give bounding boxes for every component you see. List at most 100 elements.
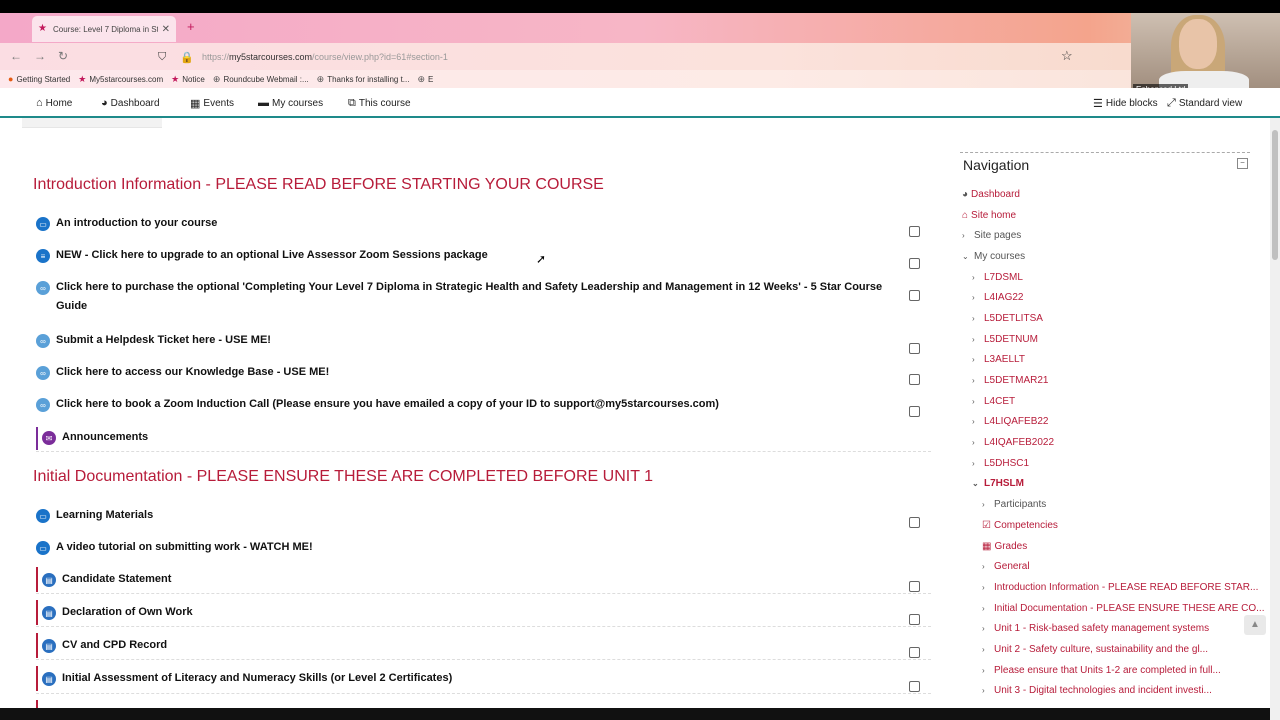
- nav-site-home-link[interactable]: ⌂ Site home: [962, 210, 1016, 221]
- activity-item[interactable]: ✉ Announcements: [36, 427, 931, 450]
- bookmark-item[interactable]: ★ Notice: [171, 74, 205, 85]
- nav-section-link[interactable]: › Initial Documentation - PLEASE ENSURE T…: [982, 603, 1264, 614]
- nav-course-link[interactable]: › L4LIQAFEB22: [972, 416, 1048, 427]
- scrollbar-thumb[interactable]: [1272, 130, 1278, 260]
- nav-competencies[interactable]: ☑ Competencies: [982, 520, 1058, 531]
- nav-participants[interactable]: › Participants: [982, 499, 1046, 510]
- activity-item[interactable]: ∞ Click here to book a Zoom Induction Ca…: [36, 398, 931, 414]
- bookmark-star-icon[interactable]: ☆: [1061, 48, 1073, 64]
- activity-item[interactable]: ∞ Submit a Helpdesk Ticket here - USE ME…: [36, 334, 931, 350]
- shield-icon: ⛉: [158, 50, 167, 63]
- bookmark-label: Getting Started: [16, 74, 71, 84]
- activity-label[interactable]: Submit a Helpdesk Ticket here - USE ME!: [56, 331, 271, 350]
- activity-item[interactable]: ∞ Click here to purchase the optional 'C…: [36, 281, 931, 316]
- bookmark-item[interactable]: ⊕ Thanks for installing t...: [317, 74, 410, 85]
- bookmark-item[interactable]: ⊕ E: [417, 74, 433, 85]
- completion-checkbox[interactable]: [909, 681, 920, 692]
- new-tab-button[interactable]: +: [187, 19, 195, 34]
- page-scrollbar[interactable]: [1270, 118, 1280, 720]
- activity-item[interactable]: ▭ A video tutorial on submitting work - …: [36, 541, 931, 557]
- nav-my-courses[interactable]: ⌄ My courses: [962, 251, 1025, 262]
- activity-label[interactable]: Click here to book a Zoom Induction Call…: [56, 395, 719, 414]
- activity-label[interactable]: Declaration of Own Work: [62, 603, 193, 622]
- folder-icon: ▭: [36, 541, 50, 555]
- nav-section-link[interactable]: › General: [982, 561, 1030, 572]
- forward-icon[interactable]: →: [34, 49, 46, 63]
- nav-course-link[interactable]: › L4IAG22: [972, 292, 1023, 303]
- nav-section-link[interactable]: › Unit 3 - Digital technologies and incid…: [982, 685, 1212, 696]
- activity-label[interactable]: An introduction to your course: [56, 214, 217, 233]
- nav-current-course[interactable]: ⌄ L7HSLM: [972, 478, 1024, 489]
- completion-checkbox[interactable]: [909, 581, 920, 592]
- chevron-right-icon: ›: [982, 686, 985, 695]
- nav-course-link[interactable]: › L5DHSC1: [972, 458, 1029, 469]
- activity-label[interactable]: NEW - Click here to upgrade to an option…: [56, 246, 488, 265]
- completion-checkbox[interactable]: [909, 374, 920, 385]
- globe-icon: ⊕: [417, 73, 426, 84]
- collapse-block-icon[interactable]: −: [1237, 158, 1248, 169]
- back-icon[interactable]: ←: [10, 49, 22, 63]
- completion-checkbox[interactable]: [909, 614, 920, 625]
- bookmark-item[interactable]: ★ My5starcourses.com: [78, 74, 163, 85]
- bookmark-item[interactable]: ● Getting Started: [8, 74, 70, 84]
- nav-site-pages[interactable]: › Site pages: [962, 230, 1021, 241]
- nav-dashboard-link[interactable]: ◕ Dashboard: [962, 189, 1020, 200]
- nav-this-course[interactable]: ⧉ This course: [348, 97, 411, 110]
- completion-checkbox[interactable]: [909, 647, 920, 658]
- standard-view-button[interactable]: ⤢ Standard view: [1167, 97, 1242, 110]
- nav-course-link[interactable]: › L3AELLT: [972, 354, 1025, 365]
- completion-checkbox[interactable]: [909, 258, 920, 269]
- browser-tab[interactable]: ★ Course: Level 7 Diploma in Stra ✕: [32, 16, 176, 42]
- activity-label[interactable]: Initial Assessment of Literacy and Numer…: [62, 669, 452, 688]
- activity-label[interactable]: Candidate Statement: [62, 570, 171, 589]
- activity-label[interactable]: CV and CPD Record: [62, 636, 167, 655]
- nav-my-courses[interactable]: ▬ My courses: [258, 97, 323, 109]
- link-icon: ∞: [36, 334, 50, 348]
- completion-checkbox[interactable]: [909, 343, 920, 354]
- nav-home[interactable]: ⌂ Home: [36, 97, 72, 109]
- close-icon[interactable]: ✕: [162, 24, 170, 35]
- nav-grades[interactable]: ▦ Grades: [982, 541, 1027, 552]
- nav-course-link[interactable]: › L4IQAFEB2022: [972, 437, 1054, 448]
- url-path: /course/view.php?id=61#section-1: [312, 52, 448, 62]
- nav-dashboard[interactable]: ◕ Dashboard: [101, 97, 160, 109]
- activity-label[interactable]: Click here to access our Knowledge Base …: [56, 363, 329, 382]
- activity-label[interactable]: Announcements: [62, 428, 148, 447]
- bookmark-item[interactable]: ⊕ Roundcube Webmail :...: [213, 74, 309, 85]
- scroll-to-top-button[interactable]: ▲: [1244, 615, 1266, 635]
- nav-course-link[interactable]: › L5DETMAR21: [972, 375, 1048, 386]
- activity-item[interactable]: ▤ Initial Assessment of Literacy and Num…: [36, 666, 931, 691]
- activity-item[interactable]: ▤ Declaration of Own Work: [36, 600, 931, 625]
- nav-events[interactable]: ▦ Events: [190, 97, 234, 110]
- url-field[interactable]: ⛉ 🔒 https://my5starcourses.com/course/vi…: [152, 46, 1082, 68]
- chevron-right-icon: ›: [972, 335, 975, 344]
- nav-course-link[interactable]: › L5DETLITSA: [972, 313, 1043, 324]
- activity-item[interactable]: ▭ An introduction to your course: [36, 217, 931, 233]
- activity-item[interactable]: ▭ Learning Materials: [36, 509, 931, 525]
- nav-section-link[interactable]: › Unit 1 - Risk-based safety management s…: [982, 623, 1209, 634]
- activity-item[interactable]: ≡ NEW - Click here to upgrade to an opti…: [36, 249, 931, 265]
- nav-section-link[interactable]: › Please ensure that Units 1-2 are comple…: [982, 665, 1221, 676]
- nav-section-link[interactable]: › Unit 2 - Safety culture, sustainability…: [982, 644, 1208, 655]
- hide-blocks-button[interactable]: ☰ Hide blocks: [1093, 97, 1158, 110]
- activity-label[interactable]: A video tutorial on submitting work - WA…: [56, 538, 313, 557]
- activity-label[interactable]: Learning Materials: [56, 506, 153, 525]
- completion-checkbox[interactable]: [909, 290, 920, 301]
- completion-checkbox[interactable]: [909, 406, 920, 417]
- activity-item[interactable]: ▤ Candidate Statement: [36, 567, 931, 592]
- reload-icon[interactable]: ↻: [58, 49, 68, 63]
- activity-item[interactable]: ▤ CV and CPD Record: [36, 633, 931, 658]
- nav-section-link[interactable]: › Introduction Information - PLEASE READ …: [982, 582, 1258, 593]
- nav-link-label: L7HSLM: [984, 478, 1024, 489]
- nav-course-link[interactable]: › L4CET: [972, 396, 1015, 407]
- activity-label[interactable]: Click here to purchase the optional 'Com…: [56, 278, 896, 316]
- nav-link-label: L5DETLITSA: [984, 313, 1043, 324]
- nav-course-link[interactable]: › L7DSML: [972, 272, 1023, 283]
- section-title[interactable]: Initial Documentation - PLEASE ENSURE TH…: [33, 468, 653, 486]
- completion-checkbox[interactable]: [909, 517, 920, 528]
- nav-course-link[interactable]: › L5DETNUM: [972, 334, 1038, 345]
- section-title[interactable]: Introduction Information - PLEASE READ B…: [33, 176, 604, 194]
- activity-item[interactable]: ∞ Click here to access our Knowledge Bas…: [36, 366, 931, 382]
- nav-link-label: Competencies: [993, 520, 1058, 531]
- completion-checkbox[interactable]: [909, 226, 920, 237]
